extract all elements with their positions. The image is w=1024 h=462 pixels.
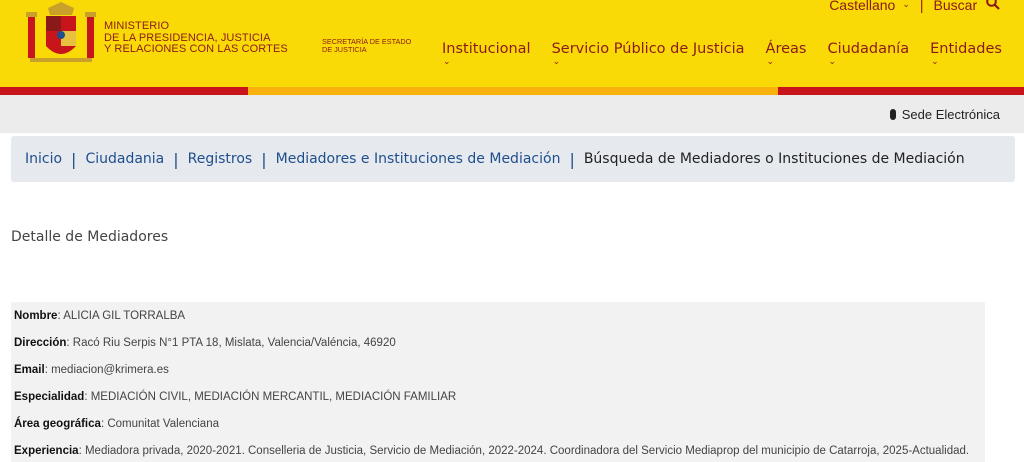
- breadcrumb-mediadores[interactable]: Mediadores e Instituciones de Mediación: [276, 151, 561, 167]
- breadcrumb-separator: |: [261, 149, 267, 169]
- nav-item-entidades[interactable]: Entidades ⌄: [930, 41, 1002, 67]
- chevron-down-icon: ⌄: [443, 57, 451, 67]
- stripe-red-left: [0, 87, 248, 95]
- stripe-red-right: [778, 87, 1024, 95]
- breadcrumb-separator: |: [173, 149, 179, 169]
- breadcrumb-inicio[interactable]: Inicio: [25, 151, 62, 167]
- mediator-details: Nombre: ALICIA GIL TORRALBA Dirección: R…: [11, 302, 985, 462]
- detail-email: Email: mediacion@krimera.es: [14, 364, 169, 376]
- chevron-down-icon: ⌄: [828, 57, 837, 67]
- breadcrumb-registros[interactable]: Registros: [188, 151, 253, 167]
- search-button[interactable]: Buscar: [934, 0, 1000, 13]
- nav-item-institucional[interactable]: Institucional ⌄: [442, 41, 531, 67]
- stripe-yellow: [248, 87, 778, 95]
- nav-item-ciudadania[interactable]: Ciudadanía ⌄: [827, 41, 909, 67]
- color-stripes: [0, 87, 1024, 95]
- breadcrumb: Inicio | Ciudadania | Registros | Mediad…: [11, 136, 1015, 182]
- detail-nombre: Nombre: ALICIA GIL TORRALBA: [14, 310, 186, 322]
- breadcrumb-current: Búsqueda de Mediadores o Instituciones d…: [583, 151, 965, 167]
- detail-especialidad: Especialidad: MEDIACIÓN CIVIL, MEDIACIÓN…: [14, 391, 457, 403]
- sede-electronica-link[interactable]: Sede Electrónica: [889, 107, 1000, 122]
- breadcrumb-ciudadania[interactable]: Ciudadania: [85, 151, 164, 167]
- separator: |: [919, 0, 924, 13]
- chevron-down-icon: ⌄: [552, 57, 561, 67]
- ministry-name[interactable]: MINISTERIO DE LA PRESIDENCIA, JUSTICIA Y…: [104, 20, 288, 56]
- secretaria-name[interactable]: SECRETARÍA DE ESTADO DE JUSTICIA: [322, 38, 411, 54]
- chevron-down-icon: ⌄: [931, 57, 939, 67]
- nav-item-areas[interactable]: Áreas ⌄: [766, 41, 807, 67]
- nav-item-servicio-publico[interactable]: Servicio Público de Justicia ⌄: [552, 41, 745, 67]
- breadcrumb-separator: |: [71, 149, 77, 169]
- breadcrumb-separator: |: [569, 149, 575, 169]
- detail-direccion: Dirección: Racó Riu Serpis N°1 PTA 18, M…: [14, 337, 396, 349]
- coat-of-arms-logo[interactable]: [26, 2, 96, 66]
- top-utility-bar: Castellano ⌄ | Buscar: [829, 0, 1000, 13]
- chevron-down-icon: ⌄: [902, 0, 910, 9]
- search-icon: [986, 0, 1000, 10]
- page-title: Detalle de Mediadores: [11, 229, 169, 245]
- sub-bar: Sede Electrónica: [0, 95, 1024, 133]
- detail-experiencia: Experiencia: Mediadora privada, 2020-202…: [14, 445, 970, 457]
- chevron-down-icon: ⌄: [766, 57, 775, 67]
- language-selector[interactable]: Castellano ⌄: [829, 0, 910, 13]
- mouse-icon: [889, 109, 896, 120]
- detail-area-geografica: Área geográfica: Comunitat Valenciana: [14, 418, 219, 430]
- main-nav: Institucional ⌄ Servicio Público de Just…: [442, 41, 1002, 67]
- site-header: MINISTERIO DE LA PRESIDENCIA, JUSTICIA Y…: [0, 0, 1024, 87]
